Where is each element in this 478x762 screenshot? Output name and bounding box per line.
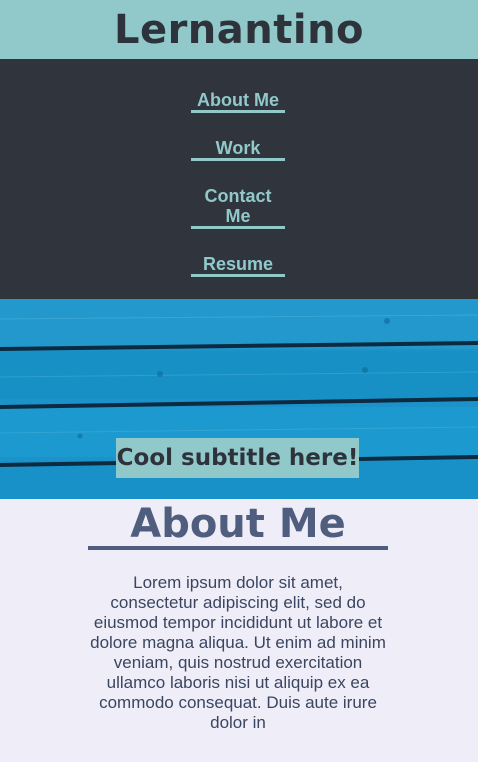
nav-link-work[interactable]: Work <box>191 138 285 161</box>
about-body-text: Lorem ipsum dolor sit amet, consectetur … <box>90 573 386 732</box>
nav-link-contact-me[interactable]: Contact Me <box>191 186 285 229</box>
nav-link-about-me[interactable]: About Me <box>191 90 285 113</box>
site-title: Lernantino <box>113 6 365 53</box>
about-section: About Me Lorem ipsum dolor sit amet, con… <box>0 499 478 762</box>
nav-link-resume[interactable]: Resume <box>191 254 285 277</box>
main-nav: About Me Work Contact Me Resume <box>0 59 478 299</box>
hero-banner: Cool subtitle here! <box>0 299 478 499</box>
site-header: Lernantino <box>0 0 478 59</box>
about-heading: About Me <box>88 503 388 550</box>
hero-subtitle: Cool subtitle here! <box>116 438 359 478</box>
